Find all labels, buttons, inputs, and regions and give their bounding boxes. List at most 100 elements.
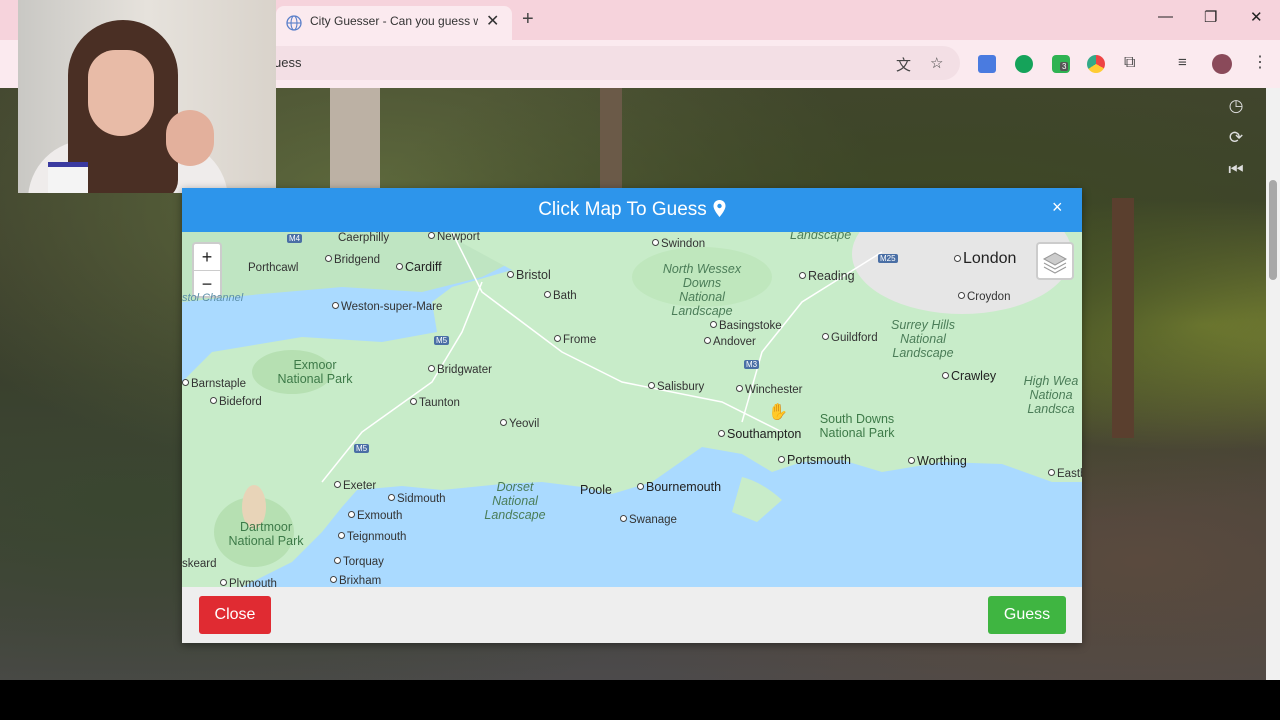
map-label: Torquay — [334, 556, 384, 568]
extension-docs-icon[interactable] — [978, 55, 996, 73]
grab-hand-cursor-icon: ✋ — [768, 404, 788, 421]
map-pin-icon — [713, 200, 726, 217]
map-label-text: South Downs National Park — [819, 412, 895, 440]
modal-title: Click Map To Guess — [182, 199, 1082, 221]
webcam-person-hand — [166, 110, 214, 166]
extension-badge-count: 3 — [1060, 62, 1069, 71]
map-label: stol Channel — [182, 292, 244, 304]
map-label: Guildford — [822, 332, 878, 344]
media-queue-icon[interactable]: ≡ — [1178, 54, 1187, 71]
map-label: Portsmouth — [778, 453, 851, 467]
map-label: Dartmoor National Park — [224, 520, 308, 548]
map-label: Bristol — [507, 268, 551, 282]
road-shield: M5 — [434, 336, 450, 345]
map-label-text: Exmoor National Park — [277, 358, 353, 386]
map-label: Yeovil — [500, 418, 539, 430]
map-label: London — [954, 250, 1016, 268]
translate-icon[interactable]: 文 — [896, 54, 911, 75]
map-label: Dorset National Landscape — [480, 480, 550, 522]
tab-title: City Guesser - Can you guess w — [310, 14, 478, 28]
modal-title-text: Click Map To Guess — [538, 199, 707, 220]
map-label: Basingstoke — [710, 320, 782, 332]
close-button[interactable]: Close — [199, 596, 271, 634]
window-close-icon[interactable]: ✕ — [1250, 8, 1263, 26]
map-label: Cardiff — [396, 260, 442, 274]
map-label: Andover — [704, 336, 756, 348]
map-label: Teignmouth — [338, 531, 406, 543]
menu-kebab-icon[interactable]: ⋮ — [1252, 52, 1268, 72]
map-label: Crawley — [942, 369, 996, 383]
restore-icon[interactable]: ❐ — [1204, 8, 1217, 26]
scrollbar-thumb[interactable] — [1269, 180, 1277, 280]
map-label: Reading — [799, 269, 855, 283]
road-shield: M4 — [287, 234, 303, 243]
map-label: Salisbury — [648, 381, 704, 393]
grammarly-icon[interactable] — [1015, 55, 1033, 73]
road-shield: M5 — [354, 444, 370, 453]
map-geography — [182, 232, 1082, 587]
map-label-text: Dorset National Landscape — [484, 480, 546, 522]
map-label: Weston-super-Mare — [332, 301, 442, 313]
map-label: Winchester — [736, 384, 803, 396]
profile-avatar[interactable] — [1212, 54, 1232, 74]
map-label: Frome — [554, 334, 596, 346]
road-shield: M25 — [878, 254, 898, 263]
map-label: Exmoor National Park — [274, 358, 356, 386]
map-label: Bath — [544, 290, 577, 302]
guess-map[interactable]: + − London Caerphilly Newport Porthcawl … — [182, 232, 1082, 587]
extension-badge-icon[interactable]: 3 — [1052, 55, 1070, 73]
map-label: Bridgend — [325, 254, 380, 266]
map-label: South Downs National Park — [812, 412, 902, 440]
map-label: Bridgwater — [428, 364, 492, 376]
zoom-in-button[interactable]: + — [194, 244, 220, 270]
guess-button[interactable]: Guess — [988, 596, 1066, 634]
modal-close-icon[interactable]: × — [1052, 197, 1063, 218]
map-label: Barnstaple — [182, 378, 246, 390]
map-label: Surrey Hills National Landscape — [882, 318, 964, 360]
browser-tab[interactable]: City Guesser - Can you guess w ✕ — [276, 6, 512, 40]
globe-icon — [286, 15, 302, 31]
map-label: Porthcawl — [248, 262, 299, 274]
map-label-text: North Wessex Downs National Landscape — [662, 262, 742, 318]
map-label: Exmouth — [348, 510, 402, 522]
skip-back-icon[interactable]: ⏮ — [1226, 160, 1246, 180]
bookmark-star-icon[interactable]: ☆ — [930, 54, 943, 72]
webcam-overlay — [18, 0, 276, 193]
map-label: Worthing — [908, 454, 967, 468]
map-label: Sidmouth — [388, 493, 446, 505]
map-label: Southampton — [718, 427, 801, 441]
map-label: Swanage — [620, 514, 677, 526]
address-bar[interactable]: uess 文 ☆ — [230, 46, 960, 80]
puzzle-extensions-icon[interactable]: ⧉ — [1124, 54, 1135, 72]
scrollbar[interactable] — [1266, 88, 1280, 680]
map-label: Poole — [580, 483, 612, 497]
minimize-icon[interactable]: — — [1158, 8, 1173, 25]
refresh-icon[interactable]: ⟳ — [1226, 128, 1246, 148]
tree-trunk — [1112, 198, 1134, 438]
modal-header: Click Map To Guess × — [182, 188, 1082, 232]
map-label: Swindon — [652, 238, 705, 250]
webcam-person-face — [88, 50, 154, 136]
map-label: Landscape — [790, 232, 852, 242]
map-label: Caerphilly — [338, 232, 390, 244]
map-label-text: Dartmoor National Park — [228, 520, 304, 548]
url-text: uess — [274, 55, 302, 70]
map-label: Taunton — [410, 397, 460, 409]
map-label-text: Surrey Hills National Landscape — [891, 318, 955, 360]
map-label: Bournemouth — [637, 480, 721, 494]
new-tab-icon[interactable]: + — [522, 8, 534, 31]
tree-trunk — [600, 88, 622, 188]
timer-icon[interactable]: ◷ — [1226, 96, 1246, 116]
layers-icon — [1042, 252, 1068, 274]
map-label: North Wessex Downs National Landscape — [662, 262, 742, 318]
map-label: Newport — [428, 232, 480, 243]
zoom-control: + − — [192, 242, 222, 298]
color-extension-icon[interactable] — [1087, 55, 1105, 73]
map-label: Brixham — [330, 575, 381, 587]
map-label: Bideford — [210, 396, 262, 408]
layers-button[interactable] — [1036, 242, 1074, 280]
map-label: Exeter — [334, 480, 376, 492]
map-label: skeard — [182, 558, 217, 570]
road-shield: M3 — [744, 360, 760, 369]
tab-close-icon[interactable]: ✕ — [486, 11, 499, 31]
